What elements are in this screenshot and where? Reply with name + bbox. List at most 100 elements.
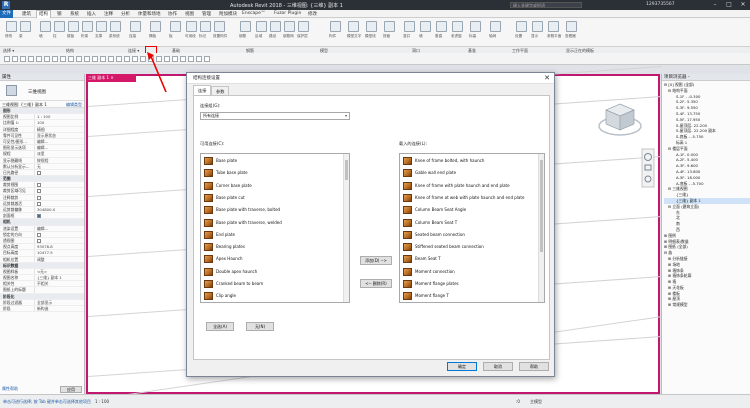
add-connection-button[interactable]: 添加(D) --> [360, 256, 392, 265]
ribbon-tool-icon[interactable] [214, 21, 225, 32]
ribbon-tool-icon[interactable] [150, 21, 161, 32]
dialog-close-button[interactable]: ✕ [544, 73, 550, 84]
ribbon-tool-icon[interactable] [20, 21, 31, 32]
available-scrollbar[interactable] [343, 154, 349, 302]
tab-insert[interactable]: 插入 [85, 11, 98, 17]
ribbon-tool-icon[interactable] [298, 21, 309, 32]
ribbon-tool-icon[interactable] [470, 21, 481, 32]
instance-selector[interactable]: 三维视图: {三维} 副本 1 编辑类型 [0, 101, 84, 108]
property-value[interactable]: 无 [34, 163, 84, 169]
tab-parameters[interactable]: 参数 [211, 86, 230, 95]
loaded-scrollbar[interactable] [538, 154, 544, 302]
tab-steel[interactable]: 钢 [55, 11, 64, 17]
connection-list-item[interactable]: Base plate [203, 155, 343, 167]
property-value[interactable]: 编辑... [34, 225, 84, 231]
property-value[interactable]: 编辑... [34, 145, 84, 151]
revit-logo-icon[interactable]: R [2, 1, 10, 9]
property-checkbox[interactable] [37, 238, 41, 243]
option-bar-icon[interactable] [196, 56, 202, 62]
ribbon-tool-icon[interactable] [284, 21, 295, 32]
browser-tree-item[interactable]: ⊞ 常规模型 [664, 302, 750, 308]
option-bar-icon[interactable] [164, 56, 170, 62]
option-bar-icon[interactable] [116, 56, 122, 62]
property-checkbox[interactable] [37, 232, 41, 237]
property-value[interactable]: 全部显示 [34, 299, 84, 305]
property-value[interactable]: 调整 [34, 256, 84, 262]
loaded-connections-list[interactable]: Knee of frame bolted, with haunch Gable w… [399, 153, 545, 303]
property-checkbox[interactable] [37, 170, 41, 175]
ribbon-tool-icon[interactable] [68, 21, 79, 32]
connection-list-item[interactable]: Knee of frame bolted, with haunch [402, 155, 542, 167]
ribbon-tool-icon[interactable] [170, 21, 181, 32]
ribbon-tool-icon[interactable] [516, 21, 527, 32]
property-value[interactable]: <无> [34, 268, 84, 275]
ribbon-tool-icon[interactable] [240, 21, 251, 32]
option-bar-icon[interactable] [132, 56, 138, 62]
ok-button[interactable]: 确定 [447, 362, 477, 371]
connection-list-item[interactable]: Gable wall end plate [402, 167, 542, 179]
property-checkbox-cell[interactable] [34, 231, 84, 237]
tab-collaborate[interactable]: 协作 [166, 11, 179, 17]
connection-list-item[interactable]: Double apex haunch [203, 266, 343, 278]
property-checkbox-cell[interactable] [34, 237, 84, 244]
ribbon-tool-icon[interactable] [330, 21, 341, 32]
property-checkbox-cell[interactable] [34, 213, 84, 219]
option-bar-icon[interactable] [188, 56, 194, 62]
ribbon-tool-icon[interactable] [130, 21, 141, 32]
maximize-button[interactable]: □ [722, 0, 736, 10]
connection-list-item[interactable]: Tube base plate [203, 167, 343, 179]
remove-connection-button[interactable]: <-- 删除(R) [360, 279, 392, 288]
connection-group-select[interactable]: 所有连接 ▾ [200, 112, 350, 120]
property-value[interactable]: 93078.8 [34, 244, 84, 250]
ribbon-tool-icon[interactable] [490, 21, 501, 32]
ribbon-tool-icon[interactable] [384, 21, 395, 32]
option-bar-icon[interactable] [4, 56, 10, 62]
ribbon-tool-icon[interactable] [420, 21, 431, 32]
scroll-thumb[interactable] [540, 160, 543, 252]
connection-list-item[interactable]: Base plate cut [203, 192, 343, 204]
tab-massing-site[interactable]: 体量和场地 [136, 11, 163, 17]
tab-addins[interactable]: 附加模块 [217, 11, 239, 17]
ribbon-tool-icon[interactable] [6, 21, 17, 32]
option-bar-icon[interactable] [28, 56, 34, 62]
ribbon-tool-icon[interactable] [186, 21, 197, 32]
option-bar-icon[interactable] [36, 56, 42, 62]
ribbon-tool-icon[interactable] [436, 21, 447, 32]
tab-analyze[interactable]: 分析 [119, 11, 132, 17]
tab-file[interactable]: 文件 [0, 10, 13, 18]
ribbon-tool-icon[interactable] [256, 21, 267, 32]
tab-annotate[interactable]: 注释 [102, 11, 115, 17]
tab-enscape[interactable]: Enscape™ [240, 11, 267, 16]
ribbon-tool-icon[interactable] [110, 21, 121, 32]
option-bar-icon[interactable] [148, 56, 154, 62]
option-bar-icon[interactable] [92, 56, 98, 62]
property-value[interactable]: 编辑... [34, 138, 84, 145]
type-selector[interactable]: 三维视图 [0, 81, 84, 101]
option-bar-icon[interactable] [52, 56, 58, 62]
ribbon-tool-icon[interactable] [452, 21, 463, 32]
option-bar-icon[interactable] [180, 56, 186, 62]
connection-list-item[interactable]: Moment connection [402, 266, 542, 278]
property-value[interactable]: 10477.5 [34, 250, 84, 256]
cancel-button[interactable]: 取消 [483, 362, 513, 371]
property-value[interactable] [34, 287, 84, 293]
property-value[interactable]: 按规程 [34, 157, 84, 163]
property-value[interactable]: 新构造 [34, 306, 84, 312]
property-checkbox-cell[interactable] [34, 200, 84, 206]
option-bar-icon[interactable] [100, 56, 106, 62]
connection-list-item[interactable]: Knee of frame with plate haunch and end … [402, 180, 542, 192]
option-bar-icon[interactable] [20, 56, 26, 62]
property-checkbox[interactable] [37, 201, 41, 206]
navigation-bar[interactable] [641, 148, 655, 188]
connection-list-item[interactable]: Cranked beam to beam [203, 278, 343, 290]
option-bar-icon[interactable] [12, 56, 18, 62]
option-bar-icon[interactable] [140, 56, 146, 62]
option-bar-icon[interactable] [156, 56, 162, 62]
connection-list-item[interactable]: Seated beam connection [402, 229, 542, 241]
option-bar-icon[interactable] [172, 56, 178, 62]
ribbon-tool-icon[interactable] [404, 21, 415, 32]
option-bar-icon[interactable] [60, 56, 66, 62]
properties-help-link[interactable]: 属性帮助 [2, 386, 18, 392]
property-checkbox-cell[interactable] [34, 188, 84, 194]
tab-manage[interactable]: 管理 [200, 11, 213, 17]
